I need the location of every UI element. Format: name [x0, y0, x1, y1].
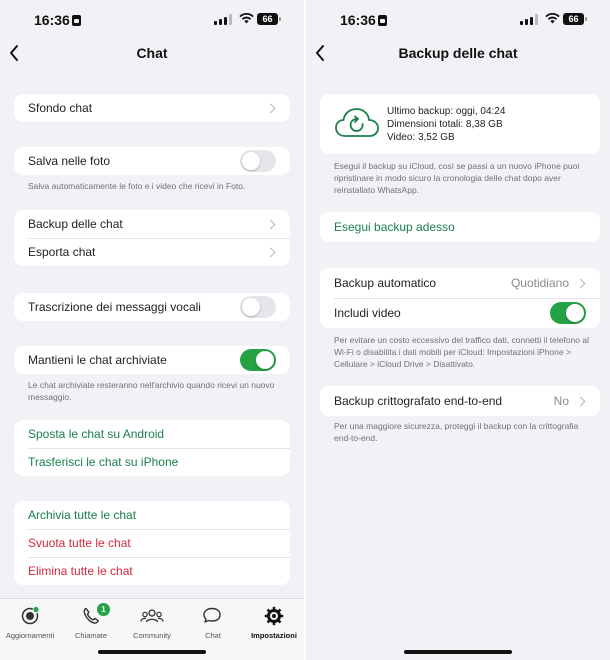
backup-settings-screen: 16:36 66 Backup delle chat Ultimo backup… [306, 0, 610, 660]
sim-icon [72, 15, 81, 26]
data-usage-note: Per evitare un costo eccessivo del traff… [334, 335, 589, 369]
mantieni-archiviate-row: Mantieni le chat archiviate [14, 346, 290, 374]
trascrizione-row: Trascrizione dei messaggi vocali [14, 293, 290, 321]
salva-foto-row: Salva nelle foto [14, 147, 290, 175]
salva-foto-toggle[interactable] [240, 150, 276, 172]
include-video-toggle[interactable] [550, 302, 586, 324]
cloud-sync-icon [335, 108, 379, 137]
archived-group: Mantieni le chat archiviate [14, 346, 290, 374]
backup-chat-row[interactable]: Backup delle chat [14, 210, 290, 238]
sfondo-chat-label: Sfondo chat [28, 101, 93, 115]
home-indicator [404, 650, 512, 654]
wallpaper-group: Sfondo chat [14, 94, 290, 122]
elimina-tutte-row[interactable]: Elimina tutte le chat [14, 557, 290, 585]
esporta-chat-row[interactable]: Esporta chat [14, 238, 290, 266]
elimina-tutte-label: Elimina tutte le chat [28, 564, 133, 578]
backup-chat-label: Backup delle chat [28, 217, 123, 231]
mantieni-archiviate-label: Mantieni le chat archiviate [28, 353, 167, 367]
cellular-signal-icon [520, 14, 538, 25]
trascrizione-label: Trascrizione dei messaggi vocali [28, 300, 201, 314]
backup-export-group: Backup delle chat Esporta chat [14, 210, 290, 266]
e2e-backup-row[interactable]: Backup crittografato end-to-end No [320, 386, 600, 416]
sposta-android-label: Sposta le chat su Android [28, 427, 165, 441]
salva-foto-note: Salva automaticamente le foto e i video … [28, 181, 246, 191]
svuota-tutte-row[interactable]: Svuota tutte le chat [14, 529, 290, 557]
backup-now-row[interactable]: Esegui backup adesso [320, 212, 600, 242]
tab-chat[interactable]: Chat [183, 605, 243, 640]
status-bar: 16:36 66 [0, 0, 304, 38]
nav-bar: Chat [0, 38, 304, 68]
include-video-row: Includi video [320, 298, 600, 328]
nav-bar: Backup delle chat [306, 38, 610, 68]
wifi-icon [545, 13, 560, 24]
mantieni-archiviate-toggle[interactable] [240, 349, 276, 371]
auto-backup-row[interactable]: Backup automatico Quotidiano [320, 268, 600, 298]
auto-backup-value: Quotidiano [510, 276, 569, 290]
backup-icloud-note: Esegui il backup su iCloud, così se pass… [334, 161, 580, 195]
mantieni-archiviate-note: Le chat archiviate resteranno nell'archi… [28, 380, 275, 402]
backup-summary-card: Ultimo backup: oggi, 04:24 Dimensioni to… [320, 94, 600, 154]
e2e-note: Per una maggiore sicurezza, proteggi il … [334, 421, 579, 443]
include-video-label: Includi video [334, 306, 401, 320]
wifi-icon [239, 13, 254, 24]
missed-calls-badge: 1 [97, 603, 110, 616]
chevron-right-icon [265, 219, 276, 229]
tab-community-label: Community [133, 631, 171, 640]
e2e-group: Backup crittografato end-to-end No [320, 386, 600, 416]
tab-aggiornamenti-label: Aggiornamenti [5, 631, 55, 640]
e2e-backup-label: Backup crittografato end-to-end [334, 394, 503, 408]
archivia-tutte-label: Archivia tutte le chat [28, 508, 137, 522]
status-time: 16:36 [34, 12, 70, 28]
total-size-text: Dimensioni totali: 8,38 GB [387, 119, 503, 130]
sfondo-chat-row[interactable]: Sfondo chat [14, 94, 290, 122]
svuota-tutte-label: Svuota tutte le chat [28, 536, 131, 550]
community-icon [140, 609, 164, 623]
salva-foto-label: Salva nelle foto [28, 154, 111, 168]
tab-community[interactable]: Community [122, 605, 182, 640]
last-backup-text: Ultimo backup: oggi, 04:24 [387, 106, 506, 117]
save-photos-group: Salva nelle foto [14, 147, 290, 175]
tab-chat-label: Chat [205, 631, 221, 640]
tab-aggiornamenti[interactable]: Aggiornamenti [0, 605, 60, 640]
e2e-backup-value: No [553, 394, 569, 408]
sim-icon [378, 15, 387, 26]
tab-chiamate[interactable]: 1 Chiamate [61, 603, 121, 640]
backup-now-label: Esegui backup adesso [334, 220, 455, 234]
chat-bubbles-icon [203, 607, 221, 623]
chevron-right-icon [265, 247, 276, 257]
auto-backup-group: Backup automatico Quotidiano Includi vid… [320, 268, 600, 328]
home-indicator [98, 650, 206, 654]
archivia-tutte-row[interactable]: Archivia tutte le chat [14, 501, 290, 529]
backup-now-group: Esegui backup adesso [320, 212, 600, 242]
sposta-android-row[interactable]: Sposta le chat su Android [14, 420, 290, 448]
status-time: 16:36 [340, 12, 376, 28]
auto-backup-label: Backup automatico [334, 276, 437, 290]
backup-info: Ultimo backup: oggi, 04:24 Dimensioni to… [387, 105, 505, 144]
transcription-group: Trascrizione dei messaggi vocali [14, 293, 290, 321]
trasferisci-iphone-row[interactable]: Trasferisci le chat su iPhone [14, 448, 290, 476]
chevron-right-icon [575, 278, 586, 288]
esporta-chat-label: Esporta chat [28, 245, 96, 259]
gear-icon [264, 606, 284, 626]
cellular-signal-icon [214, 14, 232, 25]
page-title: Chat [136, 45, 168, 61]
updates-icon [21, 606, 39, 625]
transfer-group: Sposta le chat su Android Trasferisci le… [14, 420, 290, 476]
trascrizione-toggle[interactable] [240, 296, 276, 318]
page-title: Backup delle chat [398, 45, 518, 61]
tab-chiamate-label: Chiamate [74, 631, 108, 640]
chevron-right-icon [265, 103, 276, 113]
trasferisci-iphone-label: Trasferisci le chat su iPhone [28, 455, 179, 469]
video-size-text: Video: 3,52 GB [387, 132, 455, 143]
chat-settings-screen: 16:36 66 Chat Sfondo chat Salva nelle fo… [0, 0, 304, 660]
tab-impostazioni[interactable]: Impostazioni [244, 605, 304, 640]
battery-icon: 66 [563, 13, 587, 25]
tab-impostazioni-label: Impostazioni [251, 631, 297, 640]
chevron-right-icon [575, 396, 586, 406]
status-bar: 16:36 66 [306, 0, 610, 38]
bulk-actions-group: Archivia tutte le chat Svuota tutte le c… [14, 501, 290, 585]
battery-icon: 66 [257, 13, 281, 25]
